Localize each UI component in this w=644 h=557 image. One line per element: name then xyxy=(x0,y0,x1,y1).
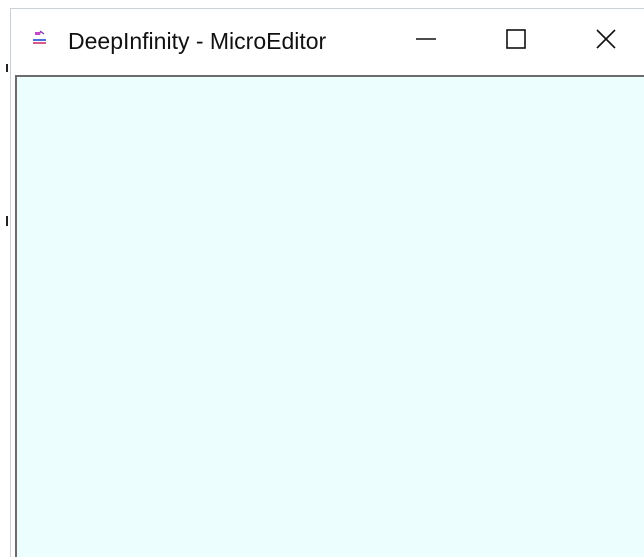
window-title: DeepInfinity - MicroEditor xyxy=(68,28,327,54)
screen: DeepInfinity - MicroEditor xyxy=(0,0,644,557)
edge-mark-top xyxy=(6,64,8,72)
maximize-icon xyxy=(505,28,527,55)
close-button[interactable] xyxy=(561,9,644,73)
editor-window: DeepInfinity - MicroEditor xyxy=(10,8,644,557)
minimize-icon xyxy=(415,28,437,55)
minimize-button[interactable] xyxy=(381,9,471,73)
editor-canvas[interactable] xyxy=(15,75,644,557)
title-bar[interactable]: DeepInfinity - MicroEditor xyxy=(11,9,644,73)
paint-brush-icon[interactable] xyxy=(31,29,49,47)
close-icon xyxy=(595,28,617,55)
maximize-button[interactable] xyxy=(471,9,561,73)
edge-mark-middle xyxy=(6,216,8,226)
